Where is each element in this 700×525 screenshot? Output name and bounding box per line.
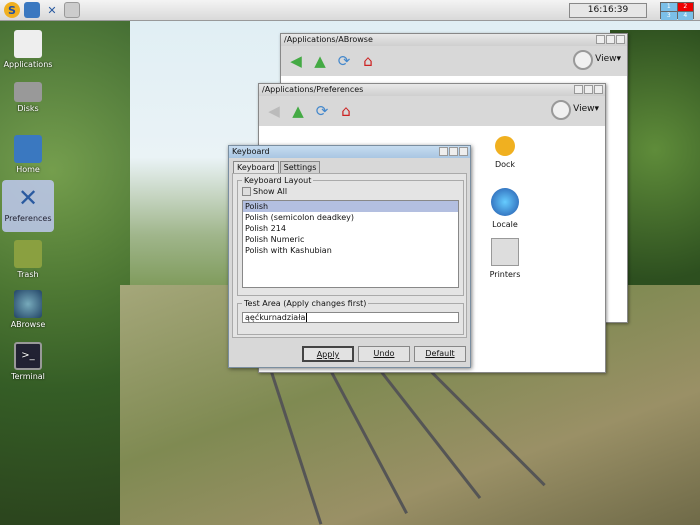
desktop-abrowse[interactable]: ABrowse [2, 290, 54, 329]
home-icon[interactable]: ⌂ [337, 102, 355, 120]
close-button[interactable] [616, 35, 625, 44]
label: Trash [17, 270, 39, 279]
desktop-applications[interactable]: Applications [2, 30, 54, 69]
back-icon[interactable]: ◀ [287, 52, 305, 70]
preferences-icon: ✕ [17, 184, 39, 212]
window-title: /Applications/Preferences [262, 85, 364, 94]
group-label: Test Area (Apply changes first) [244, 299, 367, 308]
label: Show All [253, 187, 288, 196]
workspace-1[interactable]: 1 [661, 3, 677, 11]
minimize-button[interactable] [574, 85, 583, 94]
label: Home [16, 165, 40, 174]
tab-settings[interactable]: Settings [279, 161, 321, 173]
keyboard-dialog[interactable]: Keyboard Keyboard Settings Keyboard Layo… [228, 145, 471, 368]
list-item[interactable]: Polish with Kashubian [243, 245, 458, 256]
maximize-button[interactable] [449, 147, 458, 156]
list-item[interactable]: Polish 214 [243, 223, 458, 234]
home-folder-icon [14, 135, 42, 163]
pref-dock[interactable]: Dock [475, 136, 535, 169]
dock-s-icon[interactable]: S [4, 2, 20, 18]
search-icon[interactable] [573, 50, 593, 70]
desktop-home[interactable]: Home [2, 135, 54, 174]
apply-button[interactable]: Apply [302, 346, 354, 362]
desktop-trash[interactable]: Trash [2, 240, 54, 279]
window-title: Keyboard [232, 147, 270, 156]
default-button[interactable]: Default [414, 346, 466, 362]
test-input[interactable]: ąęćkurnadziała [242, 312, 459, 323]
search-icon[interactable] [551, 100, 571, 120]
home-icon[interactable]: ⌂ [359, 52, 377, 70]
pref-printers[interactable]: Printers [475, 238, 535, 279]
workspace-2[interactable]: 2 [677, 3, 693, 11]
minimize-button[interactable] [596, 35, 605, 44]
view-menu[interactable]: View▾ [573, 104, 599, 114]
label: Preferences [4, 214, 52, 223]
back-icon[interactable]: ◀ [265, 102, 283, 120]
keyboard-layout-group: Keyboard Layout Show All Polish Polish (… [237, 176, 464, 296]
up-icon[interactable]: ▲ [289, 102, 307, 120]
desktop-terminal[interactable]: >_ Terminal [2, 342, 54, 381]
top-panel: S ✕ 16:16:39 1 2 3 4 [0, 0, 700, 21]
label: Locale [492, 220, 518, 229]
close-button[interactable] [459, 147, 468, 156]
list-item[interactable]: Polish [243, 201, 458, 212]
list-item[interactable]: Polish (semicolon deadkey) [243, 212, 458, 223]
terminal-icon: >_ [14, 342, 42, 370]
preferences-icon[interactable]: ✕ [44, 2, 60, 18]
label: ABrowse [10, 320, 46, 329]
dock-icon [495, 136, 515, 156]
workspace-pager[interactable]: 1 2 3 4 [660, 2, 694, 20]
maximize-button[interactable] [606, 35, 615, 44]
trash-icon [14, 240, 42, 268]
tab-keyboard[interactable]: Keyboard [233, 161, 279, 173]
group-label: Keyboard Layout [244, 176, 312, 185]
list-item[interactable]: Polish Numeric [243, 234, 458, 245]
refresh-icon[interactable]: ⟳ [335, 52, 353, 70]
desktop-preferences[interactable]: ✕ Preferences [2, 180, 54, 232]
refresh-icon[interactable]: ⟳ [313, 102, 331, 120]
globe-icon [14, 290, 42, 318]
label: Terminal [11, 372, 45, 381]
label: Disks [17, 104, 39, 113]
close-button[interactable] [594, 85, 603, 94]
disk-icon [14, 82, 42, 102]
printer-icon [491, 238, 519, 266]
input-value: ąęćkurnadziała [245, 313, 306, 322]
clock: 16:16:39 [569, 3, 647, 18]
test-area-group: Test Area (Apply changes first) ąęćkurna… [237, 299, 464, 335]
desktop-disks[interactable]: Disks [2, 82, 54, 113]
minimize-button[interactable] [439, 147, 448, 156]
printer-icon[interactable] [64, 2, 80, 18]
label: Applications [3, 60, 53, 69]
show-all-checkbox[interactable]: Show All [242, 187, 459, 196]
applications-icon [14, 30, 42, 58]
up-icon[interactable]: ▲ [311, 52, 329, 70]
label: Dock [494, 160, 516, 169]
maximize-button[interactable] [584, 85, 593, 94]
folder-icon[interactable] [24, 2, 40, 18]
globe-icon [491, 188, 519, 216]
view-menu[interactable]: View▾ [595, 54, 621, 64]
pref-locale[interactable]: Locale [475, 188, 535, 229]
label: Printers [489, 270, 521, 279]
window-title: /Applications/ABrowse [284, 35, 373, 44]
undo-button[interactable]: Undo [358, 346, 410, 362]
workspace-3[interactable]: 3 [661, 12, 677, 20]
layout-list[interactable]: Polish Polish (semicolon deadkey) Polish… [242, 200, 459, 288]
workspace-4[interactable]: 4 [677, 12, 693, 20]
